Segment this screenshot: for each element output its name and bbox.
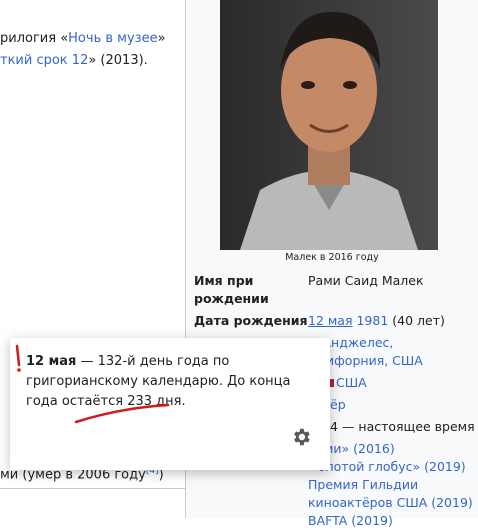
- exclamation-mark: [15, 344, 21, 367]
- annotation-overlay: [15, 344, 170, 424]
- underline-stroke: [74, 403, 170, 424]
- exclamation-dot: [17, 368, 21, 372]
